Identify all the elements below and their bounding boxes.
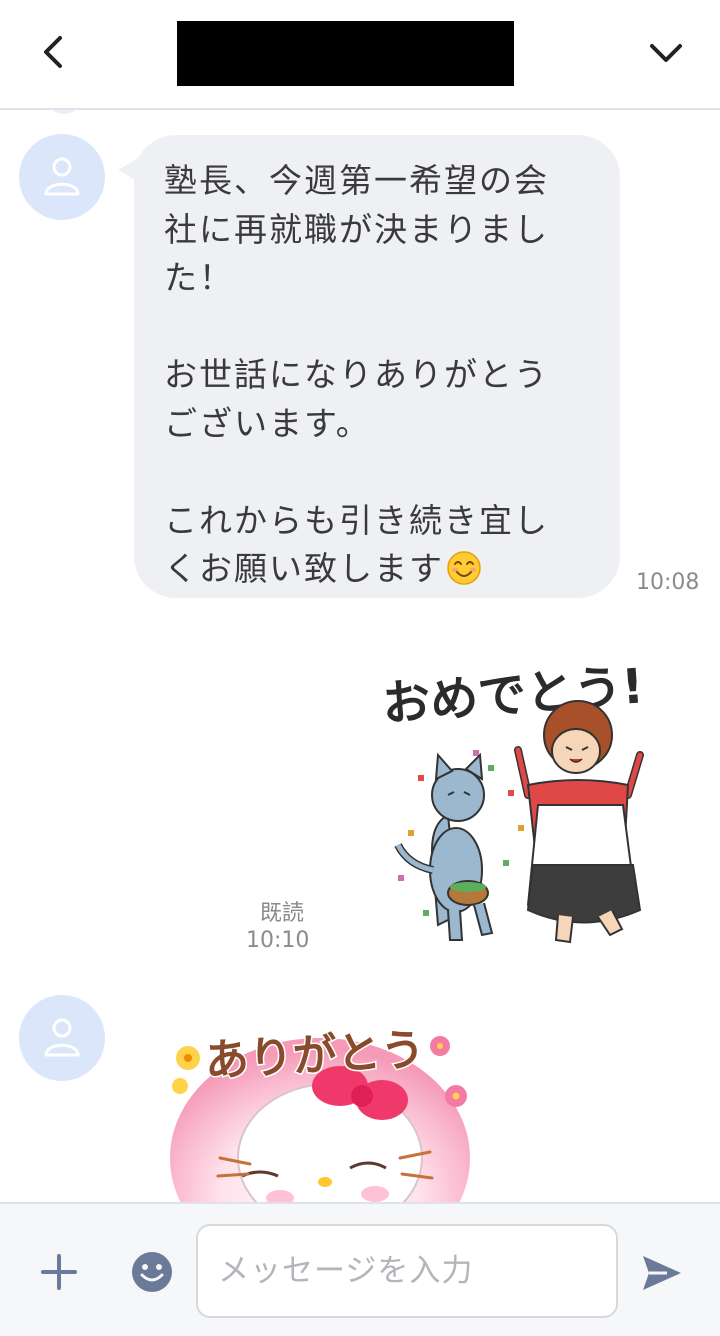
add-attachment-button[interactable]	[37, 1250, 81, 1294]
message-input[interactable]	[196, 1224, 618, 1318]
emoji-icon	[132, 1252, 172, 1292]
chevron-down-icon	[650, 44, 682, 62]
message-time: 10:08	[636, 570, 700, 595]
chat-area[interactable]: 塾長、今週第一希望の会 社に再就職が決まりまし た！ お世話になりありがとう ご…	[0, 110, 720, 1202]
send-icon	[643, 1256, 681, 1290]
congratulations-sticker[interactable]: おめでとう!	[378, 655, 668, 955]
user-icon	[44, 1018, 80, 1057]
user-icon	[44, 157, 80, 196]
message-bubble[interactable]: 塾長、今週第一希望の会 社に再就職が決まりまし た！ お世話になりありがとう ご…	[134, 135, 620, 598]
input-bar	[0, 1202, 720, 1336]
smiling-face-icon	[447, 551, 481, 585]
back-button[interactable]	[26, 24, 82, 80]
cat-character-icon	[394, 752, 494, 941]
chat-title	[177, 21, 514, 86]
chat-header	[0, 0, 720, 110]
message-text: 塾長、今週第一希望の会 社に再就職が決まりまし た！ お世話になりありがとう ご…	[164, 161, 549, 588]
previous-avatar	[44, 110, 84, 114]
thank-you-sticker[interactable]: ありがとう	[160, 1008, 480, 1202]
plus-icon	[41, 1254, 77, 1290]
send-button[interactable]	[637, 1248, 687, 1298]
chevron-left-icon	[44, 36, 62, 68]
emoji-button[interactable]	[130, 1250, 174, 1294]
avatar[interactable]	[19, 995, 105, 1081]
avatar[interactable]	[19, 134, 105, 220]
read-receipt: 既読	[260, 901, 305, 926]
message-time: 10:10	[246, 928, 310, 953]
menu-button[interactable]	[638, 24, 694, 80]
person-character-icon	[514, 700, 644, 944]
